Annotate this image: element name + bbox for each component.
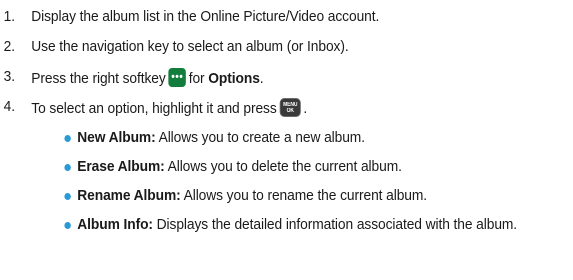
option-text: Album Info: Displays the detailed inform… bbox=[77, 216, 565, 234]
step-number: 3. bbox=[3, 68, 16, 85]
option-desc: Allows you to create a new album. bbox=[158, 129, 365, 146]
options-label: Options bbox=[208, 70, 260, 87]
option-text: Rename Album: Allows you to rename the c… bbox=[77, 187, 565, 205]
softkey-dots: ••• bbox=[171, 71, 184, 83]
option-label: Erase Album: bbox=[77, 158, 165, 175]
bullet-icon bbox=[64, 164, 71, 171]
bullet-icon bbox=[64, 135, 71, 142]
step-text: Press the right softkey ••• for Options. bbox=[31, 68, 264, 88]
step-text-post: . bbox=[259, 70, 264, 87]
option-desc: Allows you to delete the current album. bbox=[167, 158, 402, 175]
step-text: Display the album list in the Online Pic… bbox=[31, 8, 380, 25]
bullet-icon bbox=[64, 193, 71, 200]
option-text: Erase Album: Allows you to delete the cu… bbox=[77, 158, 565, 176]
step-text: To select an option, highlight it and pr… bbox=[31, 98, 307, 118]
step-number: 2. bbox=[3, 38, 16, 55]
step-number: 4. bbox=[3, 98, 16, 115]
step-number: 1. bbox=[3, 8, 16, 25]
step-text-post: . bbox=[303, 100, 308, 117]
ellipsis-softkey-icon: ••• bbox=[168, 68, 186, 87]
option-desc: Allows you to rename the current album. bbox=[183, 187, 428, 204]
menu-ok-key-icon: MENU OK bbox=[279, 98, 301, 117]
step-text: Use the navigation key to select an albu… bbox=[31, 38, 349, 55]
step-text-pre: To select an option, highlight it and pr… bbox=[31, 100, 277, 117]
step-text-pre: Press the right softkey bbox=[31, 70, 166, 87]
option-label: Rename Album: bbox=[77, 187, 181, 204]
bullet-icon bbox=[64, 222, 71, 229]
menu-key-bottom-label: OK bbox=[286, 108, 294, 114]
option-desc: Displays the detailed information associ… bbox=[156, 216, 518, 233]
instruction-document: 1. Display the album list in the Online … bbox=[0, 0, 573, 280]
option-label: New Album: bbox=[77, 129, 156, 146]
step-text-mid: for bbox=[188, 70, 205, 87]
option-label: Album Info: bbox=[77, 216, 153, 233]
option-text: New Album: Allows you to create a new al… bbox=[77, 129, 565, 147]
